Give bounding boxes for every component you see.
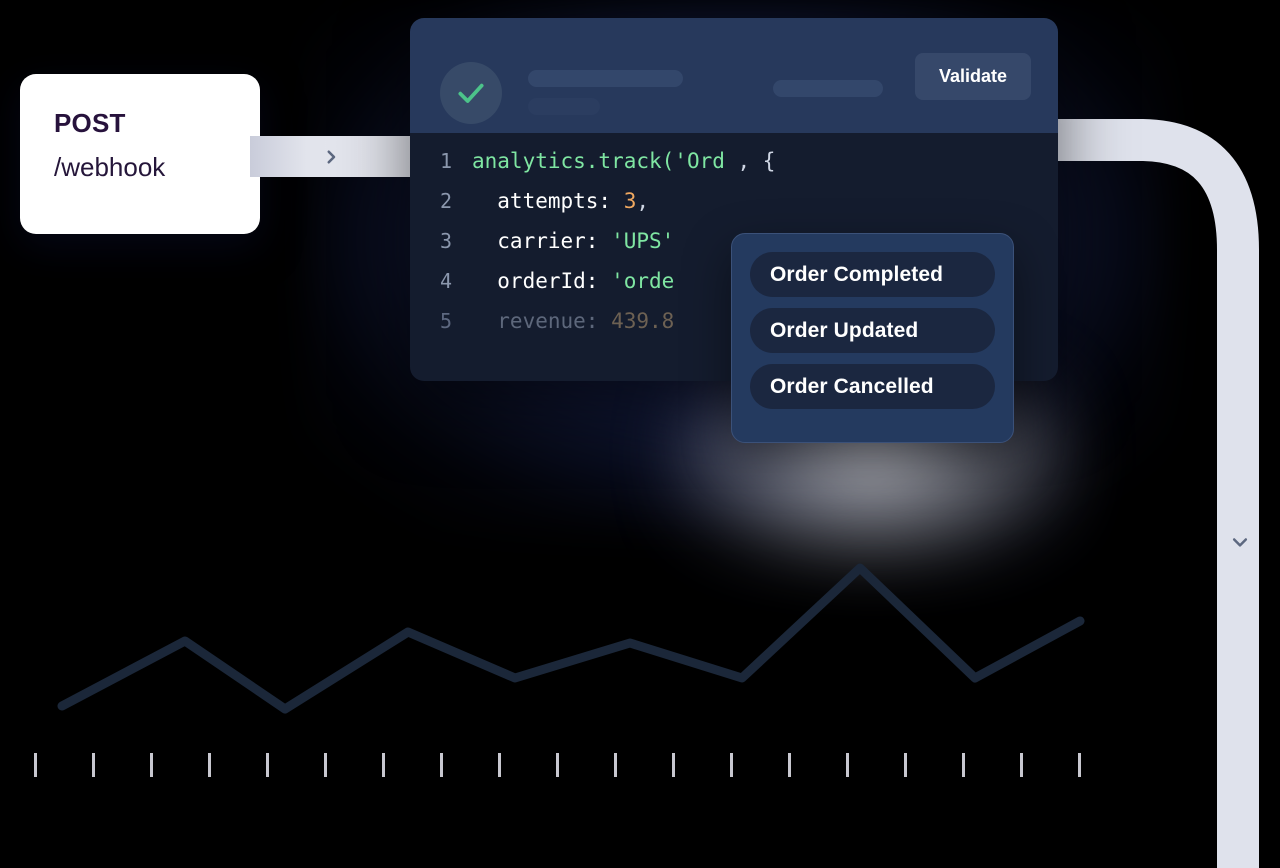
code-token: , { [724, 149, 776, 173]
line-number: 2 [439, 189, 452, 213]
chevron-right-icon [327, 149, 336, 164]
dropdown-item[interactable]: Order Completed [750, 252, 995, 297]
flow-connector-bar [250, 136, 412, 177]
line-number: 4 [439, 269, 452, 293]
dropdown-item[interactable]: Order Cancelled [750, 364, 995, 409]
validate-button[interactable]: Validate [915, 53, 1031, 100]
code-token: carrier: [472, 229, 612, 253]
axis-tick [556, 753, 559, 777]
code-token: analytics.track( [472, 149, 675, 173]
axis-tick [498, 753, 501, 777]
code-line: 2 attempts: 3, [410, 181, 1058, 221]
axis-tick [614, 753, 617, 777]
code-token: attempts: [472, 189, 624, 213]
code-text: carrier: 'UPS' [472, 229, 674, 253]
code-text: attempts: 3, [472, 189, 649, 213]
endpoint-card[interactable]: POST /webhook [20, 74, 260, 234]
axis-tick [672, 753, 675, 777]
status-check-badge [440, 62, 502, 124]
code-text: orderId: 'orde [472, 269, 674, 293]
code-text: analytics.track('Ord , { [472, 149, 775, 173]
code-token: 'Ord [674, 149, 725, 173]
code-token: 'orde [611, 269, 675, 293]
axis-tick [324, 753, 327, 777]
line-number: 5 [439, 309, 452, 333]
axis-tick [34, 753, 37, 777]
chart-axis-ticks [34, 753, 1081, 777]
code-token: 3 [623, 189, 637, 213]
code-text: revenue: 439.8 [472, 309, 674, 333]
code-token: orderId: [472, 269, 612, 293]
axis-tick [1078, 753, 1081, 777]
chart-line-group [57, 563, 1085, 714]
header-placeholder-bar-1 [528, 70, 683, 87]
axis-tick [92, 753, 95, 777]
axis-tick [440, 753, 443, 777]
code-token: 'UPS' [611, 229, 675, 253]
axis-tick [1020, 753, 1023, 777]
line-number: 1 [439, 149, 452, 173]
axis-tick [730, 753, 733, 777]
code-token: 439.8 [611, 309, 675, 333]
header-placeholder-bar-3 [773, 80, 883, 97]
hero-illustration: POST /webhook Validate 1 analytics.track(… [0, 0, 1280, 868]
event-name-dropdown[interactable]: Order Completed Order Updated Order Cancel… [731, 233, 1014, 443]
axis-tick [382, 753, 385, 777]
chart-series-line [57, 563, 1085, 714]
code-token: revenue: [472, 309, 612, 333]
axis-tick [846, 753, 849, 777]
axis-tick [962, 753, 965, 777]
axis-tick [150, 753, 153, 777]
axis-tick [788, 753, 791, 777]
sparkline-chart [34, 563, 1085, 777]
http-method-label: POST [54, 108, 126, 138]
check-icon [458, 83, 484, 103]
axis-tick [208, 753, 211, 777]
endpoint-path-label: /webhook [54, 152, 166, 182]
dropdown-item[interactable]: Order Updated [750, 308, 995, 353]
editor-header: Validate [410, 18, 1058, 133]
header-placeholder-bar-2 [528, 98, 600, 115]
dropdown-items-container: Order Completed Order Updated Order Cancel… [750, 252, 995, 409]
axis-tick [904, 753, 907, 777]
code-line: 1 analytics.track('Ord , { [410, 141, 1058, 181]
code-token: , [636, 189, 650, 213]
line-number: 3 [439, 229, 452, 253]
axis-tick [266, 753, 269, 777]
